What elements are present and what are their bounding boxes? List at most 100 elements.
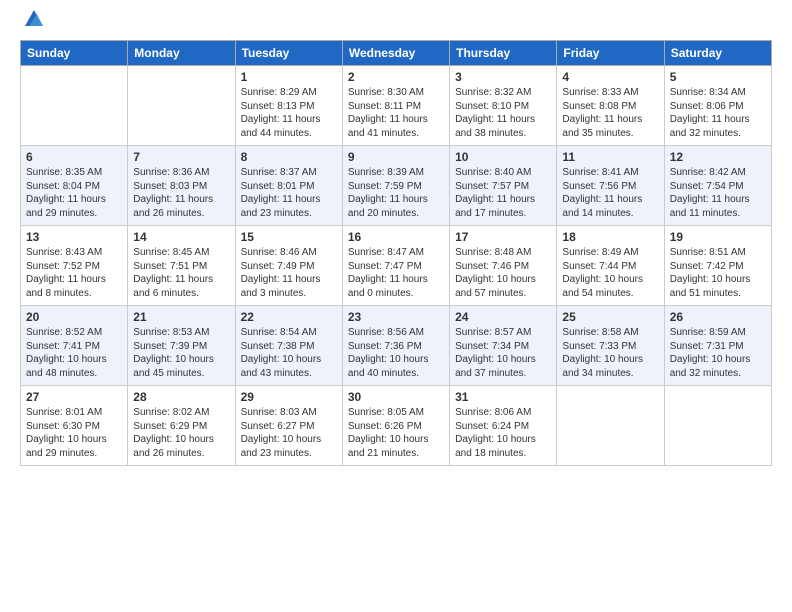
day-info: Sunrise: 8:01 AM Sunset: 6:30 PM Dayligh… [26,406,122,460]
calendar-cell: 7 Sunrise: 8:36 AM Sunset: 8:03 PM Daylig… [128,146,235,226]
day-number: 2 [348,70,444,84]
day-number: 16 [348,230,444,244]
day-info: Sunrise: 8:48 AM Sunset: 7:46 PM Dayligh… [455,246,551,300]
day-info: Sunrise: 8:56 AM Sunset: 7:36 PM Dayligh… [348,326,444,380]
day-number: 12 [670,150,766,164]
logo-icon [23,8,45,30]
day-number: 15 [241,230,337,244]
day-info: Sunrise: 8:51 AM Sunset: 7:42 PM Dayligh… [670,246,766,300]
calendar-cell: 23 Sunrise: 8:56 AM Sunset: 7:36 PM Dayli… [342,306,449,386]
day-number: 21 [133,310,229,324]
calendar-cell: 10Sunrise: 8:40 AM Sunset: 7:57 PM Dayli… [450,146,557,226]
calendar-cell: 31 Sunrise: 8:06 AM Sunset: 6:24 PM Dayli… [450,386,557,466]
day-info: Sunrise: 8:29 AM Sunset: 8:13 PM Dayligh… [241,86,337,140]
calendar-cell: 8 Sunrise: 8:37 AM Sunset: 8:01 PM Daylig… [235,146,342,226]
day-number: 18 [562,230,658,244]
day-info: Sunrise: 8:54 AM Sunset: 7:38 PM Dayligh… [241,326,337,380]
col-header-monday: Monday [128,41,235,66]
calendar-week-row: 20 Sunrise: 8:52 AM Sunset: 7:41 PM Dayli… [21,306,772,386]
day-info: Sunrise: 8:49 AM Sunset: 7:44 PM Dayligh… [562,246,658,300]
day-info: Sunrise: 8:57 AM Sunset: 7:34 PM Dayligh… [455,326,551,380]
day-info: Sunrise: 8:02 AM Sunset: 6:29 PM Dayligh… [133,406,229,460]
day-info: Sunrise: 8:06 AM Sunset: 6:24 PM Dayligh… [455,406,551,460]
calendar-cell: 15 Sunrise: 8:46 AM Sunset: 7:49 PM Dayli… [235,226,342,306]
day-info: Sunrise: 8:30 AM Sunset: 8:11 PM Dayligh… [348,86,444,140]
day-info: Sunrise: 8:59 AM Sunset: 7:31 PM Dayligh… [670,326,766,380]
calendar-cell [21,66,128,146]
calendar-cell: 27 Sunrise: 8:01 AM Sunset: 6:30 PM Dayli… [21,386,128,466]
calendar-cell: 14 Sunrise: 8:45 AM Sunset: 7:51 PM Dayli… [128,226,235,306]
day-number: 20 [26,310,122,324]
day-info: Sunrise: 8:03 AM Sunset: 6:27 PM Dayligh… [241,406,337,460]
page: SundayMondayTuesdayWednesdayThursdayFrid… [0,0,792,612]
day-info: Sunrise: 8:37 AM Sunset: 8:01 PM Dayligh… [241,166,337,220]
calendar-cell: 4 Sunrise: 8:33 AM Sunset: 8:08 PM Daylig… [557,66,664,146]
calendar-cell: 28 Sunrise: 8:02 AM Sunset: 6:29 PM Dayli… [128,386,235,466]
day-info: Sunrise: 8:45 AM Sunset: 7:51 PM Dayligh… [133,246,229,300]
calendar-cell: 25 Sunrise: 8:58 AM Sunset: 7:33 PM Dayli… [557,306,664,386]
calendar-cell: 17 Sunrise: 8:48 AM Sunset: 7:46 PM Dayli… [450,226,557,306]
day-info: Sunrise: 8:43 AM Sunset: 7:52 PM Dayligh… [26,246,122,300]
day-number: 6 [26,150,122,164]
day-number: 22 [241,310,337,324]
day-number: 4 [562,70,658,84]
day-info: Sunrise: 8:40 AM Sunset: 7:57 PM Dayligh… [455,166,551,220]
day-number: 5 [670,70,766,84]
day-info: Sunrise: 8:32 AM Sunset: 8:10 PM Dayligh… [455,86,551,140]
calendar-week-row: 13 Sunrise: 8:43 AM Sunset: 7:52 PM Dayli… [21,226,772,306]
day-number: 8 [241,150,337,164]
day-info: Sunrise: 8:39 AM Sunset: 7:59 PM Dayligh… [348,166,444,220]
col-header-friday: Friday [557,41,664,66]
day-number: 17 [455,230,551,244]
calendar-cell: 1 Sunrise: 8:29 AM Sunset: 8:13 PM Daylig… [235,66,342,146]
day-number: 3 [455,70,551,84]
calendar-cell: 11 Sunrise: 8:41 AM Sunset: 7:56 PM Dayli… [557,146,664,226]
day-number: 27 [26,390,122,404]
calendar-cell: 19 Sunrise: 8:51 AM Sunset: 7:42 PM Dayli… [664,226,771,306]
day-info: Sunrise: 8:46 AM Sunset: 7:49 PM Dayligh… [241,246,337,300]
calendar-cell: 18 Sunrise: 8:49 AM Sunset: 7:44 PM Dayli… [557,226,664,306]
day-number: 1 [241,70,337,84]
calendar-header-row: SundayMondayTuesdayWednesdayThursdayFrid… [21,41,772,66]
calendar-table: SundayMondayTuesdayWednesdayThursdayFrid… [20,40,772,466]
calendar-cell: 29 Sunrise: 8:03 AM Sunset: 6:27 PM Dayli… [235,386,342,466]
calendar-cell: 26 Sunrise: 8:59 AM Sunset: 7:31 PM Dayli… [664,306,771,386]
col-header-thursday: Thursday [450,41,557,66]
calendar-cell: 6 Sunrise: 8:35 AM Sunset: 8:04 PM Daylig… [21,146,128,226]
day-info: Sunrise: 8:36 AM Sunset: 8:03 PM Dayligh… [133,166,229,220]
day-info: Sunrise: 8:05 AM Sunset: 6:26 PM Dayligh… [348,406,444,460]
calendar-cell: 24Sunrise: 8:57 AM Sunset: 7:34 PM Dayli… [450,306,557,386]
day-number: 28 [133,390,229,404]
day-number: 25 [562,310,658,324]
day-info: Sunrise: 8:58 AM Sunset: 7:33 PM Dayligh… [562,326,658,380]
day-number: 11 [562,150,658,164]
day-number: 13 [26,230,122,244]
day-number: 29 [241,390,337,404]
day-number: 26 [670,310,766,324]
col-header-sunday: Sunday [21,41,128,66]
calendar-week-row: 6 Sunrise: 8:35 AM Sunset: 8:04 PM Daylig… [21,146,772,226]
calendar-cell: 21 Sunrise: 8:53 AM Sunset: 7:39 PM Dayli… [128,306,235,386]
day-number: 7 [133,150,229,164]
calendar-cell: 5 Sunrise: 8:34 AM Sunset: 8:06 PM Daylig… [664,66,771,146]
col-header-wednesday: Wednesday [342,41,449,66]
calendar-cell: 13 Sunrise: 8:43 AM Sunset: 7:52 PM Dayli… [21,226,128,306]
calendar-cell: 22 Sunrise: 8:54 AM Sunset: 7:38 PM Dayli… [235,306,342,386]
day-info: Sunrise: 8:42 AM Sunset: 7:54 PM Dayligh… [670,166,766,220]
day-info: Sunrise: 8:41 AM Sunset: 7:56 PM Dayligh… [562,166,658,220]
day-number: 31 [455,390,551,404]
calendar-week-row: 27 Sunrise: 8:01 AM Sunset: 6:30 PM Dayli… [21,386,772,466]
day-number: 23 [348,310,444,324]
day-info: Sunrise: 8:35 AM Sunset: 8:04 PM Dayligh… [26,166,122,220]
day-number: 14 [133,230,229,244]
day-info: Sunrise: 8:52 AM Sunset: 7:41 PM Dayligh… [26,326,122,380]
day-number: 19 [670,230,766,244]
calendar-cell: 3 Sunrise: 8:32 AM Sunset: 8:10 PM Daylig… [450,66,557,146]
calendar-week-row: 1 Sunrise: 8:29 AM Sunset: 8:13 PM Daylig… [21,66,772,146]
col-header-tuesday: Tuesday [235,41,342,66]
day-info: Sunrise: 8:33 AM Sunset: 8:08 PM Dayligh… [562,86,658,140]
day-info: Sunrise: 8:53 AM Sunset: 7:39 PM Dayligh… [133,326,229,380]
day-info: Sunrise: 8:34 AM Sunset: 8:06 PM Dayligh… [670,86,766,140]
calendar-cell [557,386,664,466]
col-header-saturday: Saturday [664,41,771,66]
